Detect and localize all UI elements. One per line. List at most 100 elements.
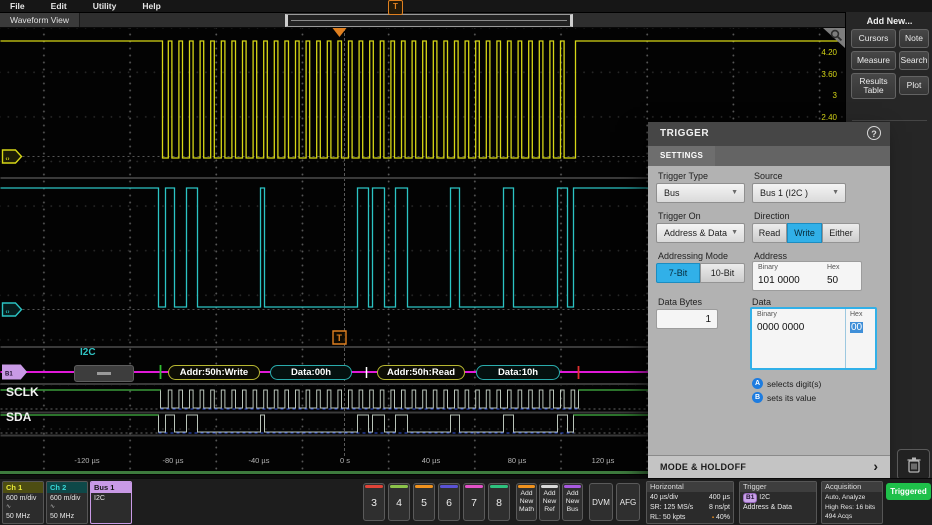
menu-file[interactable]: File	[10, 1, 25, 11]
source-label: Source	[754, 171, 783, 181]
add-new-bus-label: Add New Bus	[563, 490, 582, 513]
channel-1-badge[interactable]: Ch 1 600 m/div ∿ 50 MHz ⊓⊔	[2, 481, 44, 524]
tab-strip: Waveform View	[0, 13, 845, 28]
menu-edit[interactable]: Edit	[51, 1, 67, 11]
chevron-down-icon: ▼	[832, 184, 839, 202]
tab-waveform-view[interactable]: Waveform View	[0, 13, 80, 27]
direction-write-button[interactable]: Write	[787, 223, 822, 243]
data-box-divider	[845, 309, 846, 368]
data-bytes-label: Data Bytes	[658, 297, 702, 307]
trash-icon	[906, 456, 922, 474]
cursors-button[interactable]: Cursors	[851, 29, 896, 48]
addressing-7bit-button[interactable]: 7-Bit	[656, 263, 700, 283]
record-length: RL: 50 kpts	[650, 513, 685, 523]
triggered-status-badge: Triggered	[886, 483, 931, 500]
source-dropdown[interactable]: Bus 1 (I2C ) ▼	[752, 183, 846, 203]
data-bytes-input[interactable]: 1	[656, 309, 718, 329]
magnifier-icon	[830, 29, 843, 42]
trigger-panel-header[interactable]: TRIGGER ?	[648, 122, 890, 146]
add-new-ref-button[interactable]: Add New Ref	[539, 483, 560, 521]
data-binary-value[interactable]: 0000 0000	[757, 322, 804, 333]
sidebar-divider	[852, 120, 927, 121]
address-input[interactable]: Binary 101 0000 Hex 50	[752, 261, 862, 291]
afg-button[interactable]: AFG	[616, 483, 640, 521]
trigger-type-dropdown[interactable]: Bus ▼	[656, 183, 745, 203]
overview-trigger-position-marker[interactable]: T	[388, 0, 403, 15]
decode-data-10h[interactable]: Data:10h	[476, 365, 560, 380]
address-hex-label: Hex	[827, 264, 839, 271]
slot-color-stripe	[365, 485, 383, 488]
direction-either-button[interactable]: Either	[822, 223, 860, 243]
note-button[interactable]: Note	[899, 29, 929, 48]
help-icon[interactable]: ?	[867, 126, 881, 140]
plot-button[interactable]: Plot	[899, 76, 929, 95]
address-binary-value[interactable]: 101 0000	[758, 275, 800, 286]
horizontal-scale: 40 µs/div	[650, 493, 678, 503]
addressing-mode-label: Addressing Mode	[658, 251, 728, 261]
menu-utility[interactable]: Utility	[93, 1, 117, 11]
horizontal-settings-badge[interactable]: Horizontal 40 µs/div 400 µs SR: 125 MS/s…	[646, 481, 734, 524]
knob-a-icon: A	[752, 378, 763, 389]
channel-2-badge[interactable]: Ch 2 600 m/div ∿ 50 MHz ⊓⊔	[46, 481, 88, 524]
slot-button-7[interactable]: 7	[463, 483, 485, 521]
menu-help[interactable]: Help	[142, 1, 160, 11]
sample-rate: SR: 125 MS/s	[650, 503, 693, 513]
source-value: Bus 1 (I2C )	[760, 188, 808, 198]
trigger-on-dropdown[interactable]: Address & Data ▼	[656, 223, 745, 243]
channel-1-name: Ch 1	[3, 482, 43, 493]
bus-1-badge[interactable]: Bus 1 I2C	[90, 481, 132, 524]
trigger-panel-tabbar: SETTINGS	[648, 146, 890, 167]
coupling-icon: ∿	[6, 503, 40, 511]
decode-addr-write[interactable]: Addr:50h:Write	[168, 365, 260, 380]
results-table-button[interactable]: Results Table	[851, 73, 896, 99]
decode-addr-read[interactable]: Addr:50h:Read	[377, 365, 465, 380]
addressing-10bit-button[interactable]: 10-Bit	[700, 263, 745, 283]
slot-number: 6	[439, 497, 459, 509]
scale-label: 3.60	[821, 70, 837, 79]
slot-color-stripe	[390, 485, 408, 488]
add-new-title: Add New...	[846, 16, 932, 26]
horizontal-title: Horizontal	[647, 482, 733, 492]
collapse-dash-icon	[97, 372, 111, 375]
data-input[interactable]: Binary 0000 0000 Hex 00	[750, 307, 877, 370]
mode-holdoff-bar[interactable]: MODE & HOLDOFF ›	[648, 455, 890, 479]
bus-1-chip: B1	[743, 493, 757, 503]
bus-collapse-handle[interactable]	[74, 365, 134, 382]
acquisition-settings-badge[interactable]: Acquisition Auto, Analyze High Res: 16 b…	[821, 481, 883, 524]
trigger-title: Trigger	[740, 482, 816, 492]
slot-button-8[interactable]: 8	[488, 483, 510, 521]
slot-button-4[interactable]: 4	[388, 483, 410, 521]
axis-tick: -80 µs	[163, 456, 184, 465]
chevron-right-icon: ›	[873, 458, 878, 474]
axis-tick: 120 µs	[592, 456, 615, 465]
pulse-icon: ⊓⊔	[50, 523, 59, 524]
slot-button-5[interactable]: 5	[413, 483, 435, 521]
slot-color-stripe	[440, 485, 458, 488]
direction-read-button[interactable]: Read	[752, 223, 787, 243]
horizontal-overview-bracket[interactable]	[285, 14, 573, 27]
slot-color-stripe	[465, 485, 483, 488]
trash-button[interactable]	[897, 449, 930, 480]
dvm-button[interactable]: DVM	[589, 483, 613, 521]
oscilloscope-app: File Edit Utility Help Waveform View T ‹…	[0, 0, 932, 525]
trigger-settings-badge[interactable]: Trigger B1 I2C Address & Data	[739, 481, 817, 524]
decode-data-00h[interactable]: Data:00h	[270, 365, 352, 380]
add-new-bus-button[interactable]: Add New Bus	[562, 483, 583, 521]
svg-text:‹›: ‹›	[6, 310, 10, 316]
measure-button[interactable]: Measure	[851, 51, 896, 70]
slot-button-6[interactable]: 6	[438, 483, 460, 521]
bus-name-label: I2C	[80, 347, 96, 358]
axis-tick: 80 µs	[508, 456, 527, 465]
tab-settings[interactable]: SETTINGS	[648, 146, 715, 166]
data-hex-value-selected[interactable]: 00	[850, 322, 863, 333]
acquisition-title: Acquisition	[822, 482, 882, 492]
horizontal-span: 400 µs	[709, 493, 730, 503]
slot-button-3[interactable]: 3	[363, 483, 385, 521]
add-new-math-button[interactable]: Add New Math	[516, 483, 537, 521]
slot-number: 5	[414, 497, 434, 509]
address-hex-value[interactable]: 50	[827, 275, 838, 286]
direction-label: Direction	[754, 211, 790, 221]
axis-tick: 40 µs	[422, 456, 441, 465]
search-button[interactable]: Search	[899, 51, 929, 70]
data-label: Data	[752, 297, 771, 307]
